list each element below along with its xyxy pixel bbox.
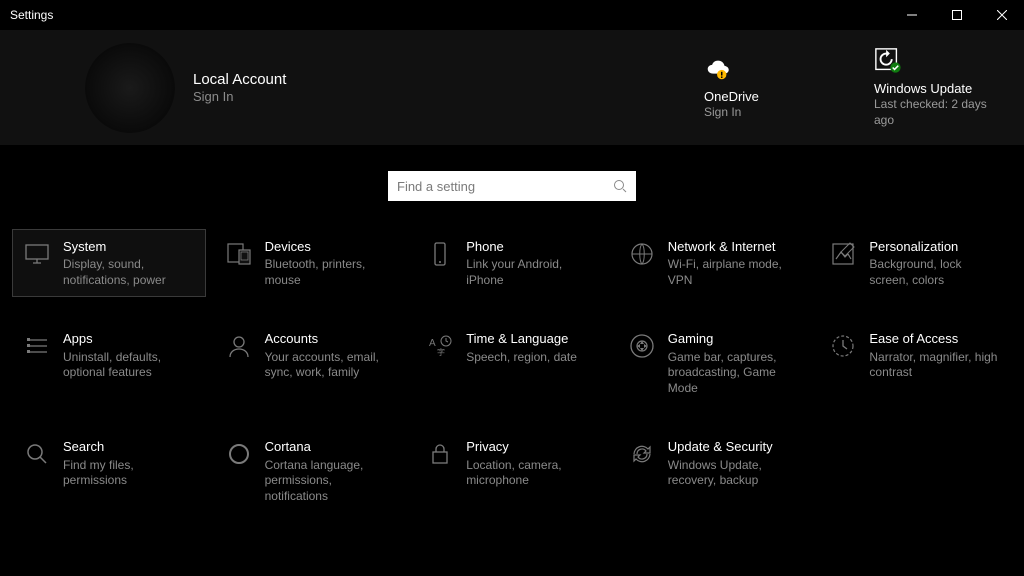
minimize-icon: [907, 10, 917, 20]
maximize-button[interactable]: [934, 0, 979, 30]
time-icon: A字: [426, 332, 454, 360]
svg-text:字: 字: [437, 347, 445, 357]
category-desc: Display, sound, notifications, power: [63, 257, 195, 288]
privacy-icon: [426, 440, 454, 468]
category-title: Ease of Access: [869, 330, 1001, 348]
close-button[interactable]: [979, 0, 1024, 30]
category-title: Time & Language: [466, 330, 577, 348]
category-desc: Bluetooth, printers, mouse: [265, 257, 397, 288]
category-network[interactable]: Network & InternetWi-Fi, airplane mode, …: [617, 229, 811, 297]
account-block[interactable]: Local Account Sign In: [193, 71, 286, 104]
category-accounts[interactable]: Accounts Your accounts, email, sync, work…: [214, 321, 408, 405]
cortana-icon: [225, 440, 253, 468]
ease-icon: [829, 332, 857, 360]
category-devices[interactable]: DevicesBluetooth, printers, mouse: [214, 229, 408, 297]
category-ease[interactable]: Ease of Access Narrator, magnifier, high …: [818, 321, 1012, 405]
windows-update-icon: [874, 47, 902, 75]
category-desc: Wi-Fi, airplane mode, VPN: [668, 257, 800, 288]
category-system[interactable]: SystemDisplay, sound, notifications, pow…: [12, 229, 206, 297]
category-personalization[interactable]: PersonalizationBackground, lock screen, …: [818, 229, 1012, 297]
tile-windows-update[interactable]: Windows Update Last checked: 2 days ago: [874, 47, 994, 128]
window-controls: [889, 0, 1024, 30]
category-title: Devices: [265, 238, 397, 256]
category-apps[interactable]: Apps Uninstall, defaults, optional featur…: [12, 321, 206, 405]
apps-icon: [23, 332, 51, 360]
tile-update-sub: Last checked: 2 days ago: [874, 97, 994, 128]
accounts-icon: [225, 332, 253, 360]
category-desc: Uninstall, defaults, optional features: [63, 350, 195, 381]
category-update[interactable]: Update & Security Windows Update, recover…: [617, 429, 811, 513]
tile-onedrive-label: OneDrive: [704, 89, 759, 104]
minimize-button[interactable]: [889, 0, 934, 30]
category-title: Cortana: [265, 438, 397, 456]
category-phone[interactable]: PhoneLink your Android, iPhone: [415, 229, 609, 297]
tile-onedrive[interactable]: OneDrive Sign In: [704, 55, 824, 121]
category-search[interactable]: Search Find my files, permissions: [12, 429, 206, 513]
category-desc: Link your Android, iPhone: [466, 257, 598, 288]
category-title: Apps: [63, 330, 195, 348]
category-title: Privacy: [466, 438, 598, 456]
category-title: Accounts: [265, 330, 397, 348]
category-time[interactable]: A字 Time & Language Speech, region, date: [415, 321, 609, 405]
header: Local Account Sign In OneDrive Sign In W…: [0, 30, 1024, 145]
settings-grid: SystemDisplay, sound, notifications, pow…: [12, 229, 1012, 513]
category-title: System: [63, 238, 195, 256]
close-icon: [997, 10, 1007, 20]
category-desc: Game bar, captures, broadcasting, Game M…: [668, 350, 800, 397]
category-desc: Background, lock screen, colors: [869, 257, 1001, 288]
titlebar: Settings: [0, 0, 1024, 30]
category-title: Network & Internet: [668, 238, 800, 256]
category-cortana[interactable]: Cortana Cortana language, permissions, no…: [214, 429, 408, 513]
update-icon: [628, 440, 656, 468]
gaming-icon: [628, 332, 656, 360]
category-desc: Location, camera, microphone: [466, 458, 598, 489]
maximize-icon: [952, 10, 962, 20]
tile-update-label: Windows Update: [874, 81, 972, 96]
category-desc: Find my files, permissions: [63, 458, 195, 489]
window-title: Settings: [10, 8, 53, 22]
category-title: Update & Security: [668, 438, 800, 456]
tile-onedrive-sub: Sign In: [704, 105, 741, 121]
category-gaming[interactable]: Gaming Game bar, captures, broadcasting, …: [617, 321, 811, 405]
search-input[interactable]: [397, 179, 613, 194]
category-title: Search: [63, 438, 195, 456]
search-icon: [613, 179, 627, 193]
search-icon: [23, 440, 51, 468]
category-desc: Your accounts, email, sync, work, family: [265, 350, 397, 381]
account-name: Local Account: [193, 71, 286, 88]
category-desc: Cortana language, permissions, notificat…: [265, 458, 397, 505]
category-desc: Speech, region, date: [466, 350, 577, 366]
devices-icon: [225, 240, 253, 268]
search-box[interactable]: [388, 171, 636, 201]
category-title: Personalization: [869, 238, 1001, 256]
avatar[interactable]: [85, 43, 175, 133]
account-signin-link[interactable]: Sign In: [193, 89, 286, 104]
phone-icon: [426, 240, 454, 268]
search-bar: [0, 145, 1024, 211]
category-desc: Windows Update, recovery, backup: [668, 458, 800, 489]
category-privacy[interactable]: Privacy Location, camera, microphone: [415, 429, 609, 513]
network-icon: [628, 240, 656, 268]
personalization-icon: [829, 240, 857, 268]
onedrive-icon: [704, 55, 732, 83]
category-desc: Narrator, magnifier, high contrast: [869, 350, 1001, 381]
category-title: Phone: [466, 238, 598, 256]
category-title: Gaming: [668, 330, 800, 348]
svg-text:A: A: [429, 338, 436, 349]
system-icon: [23, 240, 51, 268]
